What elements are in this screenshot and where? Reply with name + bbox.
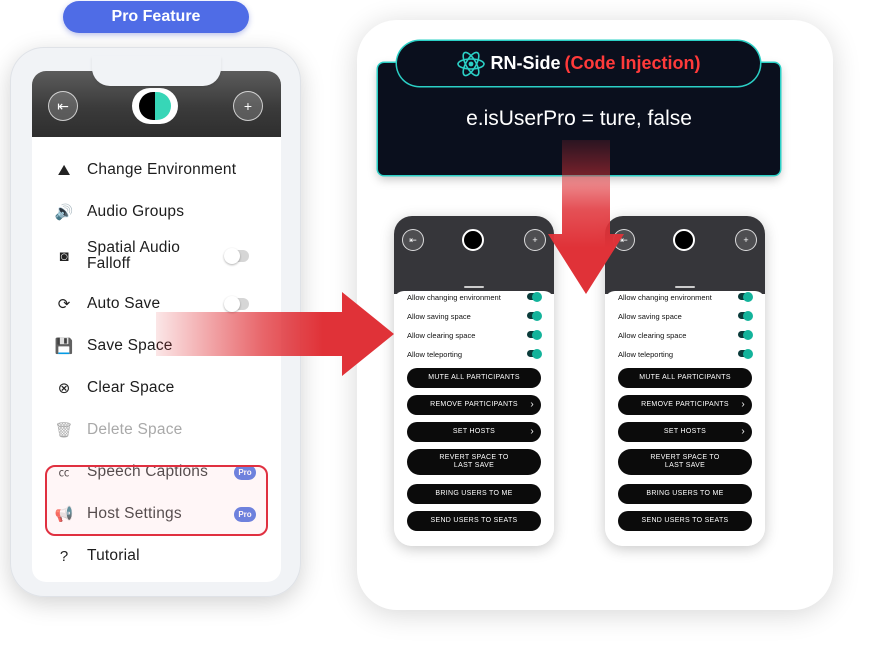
avatar[interactable]: [673, 229, 695, 251]
chevron-right-icon: ›: [530, 426, 534, 437]
menu-item-audio-groups[interactable]: 🔊 Audio Groups: [32, 192, 281, 232]
sheet-handle[interactable]: [464, 286, 484, 288]
add-user-icon[interactable]: +: [524, 229, 546, 251]
menu-item-label: Tutorial: [87, 547, 140, 564]
add-user-icon[interactable]: +: [233, 91, 263, 121]
button-label: REMOVE PARTICIPANTS: [641, 401, 729, 408]
rn-side-subtitle: (Code Injection): [564, 53, 701, 73]
remove-participants-button[interactable]: REMOVE PARTICIPANTS ›: [407, 395, 541, 415]
set-hosts-button[interactable]: SET HOSTS ›: [407, 422, 541, 442]
button-label: SET HOSTS: [452, 428, 496, 435]
button-label: MUTE ALL PARTICIPANTS: [428, 374, 520, 381]
setting-row[interactable]: Allow teleporting: [407, 347, 542, 361]
button-label: REVERT SPACE TO LAST SAVE: [439, 454, 509, 469]
setting-row[interactable]: Allow saving space: [618, 309, 753, 323]
auto-save-icon: ⟳: [57, 296, 71, 313]
mountain-icon: ⛰: [57, 161, 71, 179]
button-label: SEND USERS TO SEATS: [430, 517, 518, 524]
spatial-audio-toggle[interactable]: [224, 248, 249, 264]
phone-notch: [92, 56, 221, 86]
add-user-icon[interactable]: +: [735, 229, 757, 251]
remove-participants-button[interactable]: REMOVE PARTICIPANTS ›: [618, 395, 752, 415]
menu-item-label: Clear Space: [87, 379, 175, 396]
chevron-right-icon: ›: [741, 426, 745, 437]
mute-all-button[interactable]: MUTE ALL PARTICIPANTS: [618, 368, 752, 388]
setting-toggle[interactable]: [527, 310, 542, 321]
button-label: BRING USERS TO ME: [646, 490, 724, 497]
setting-label: Allow clearing space: [618, 330, 687, 340]
mute-all-button[interactable]: MUTE ALL PARTICIPANTS: [407, 368, 541, 388]
setting-label: Allow changing environment: [407, 292, 501, 302]
avatar[interactable]: [462, 229, 484, 251]
setting-label: Allow teleporting: [407, 349, 463, 359]
menu-item-label: Delete Space: [87, 421, 183, 438]
setting-label: Allow saving space: [407, 311, 471, 321]
avatar[interactable]: [132, 88, 178, 124]
mini-phone-after: ⇤ + Allow changing environment Allow sav…: [605, 216, 765, 546]
clear-circle-icon: ⊗: [57, 380, 71, 397]
button-label: SEND USERS TO SEATS: [641, 517, 729, 524]
setting-toggle[interactable]: [738, 329, 753, 340]
revert-space-button[interactable]: REVERT SPACE TO LAST SAVE: [618, 449, 752, 475]
spatial-audio-icon: ◙: [59, 247, 69, 265]
arrow-down-icon: [548, 140, 624, 294]
button-label: SET HOSTS: [663, 428, 707, 435]
menu-item-change-environment[interactable]: ⛰ Change Environment: [32, 150, 281, 190]
menu-item-spatial-audio-falloff[interactable]: ◙ Spatial Audio Falloff: [32, 234, 281, 278]
set-hosts-button[interactable]: SET HOSTS ›: [618, 422, 752, 442]
pro-items-highlight: [45, 465, 268, 536]
button-label: MUTE ALL PARTICIPANTS: [639, 374, 731, 381]
pro-feature-badge: Pro Feature: [63, 1, 249, 33]
send-users-button[interactable]: SEND USERS TO SEATS: [618, 511, 752, 531]
bring-users-button[interactable]: BRING USERS TO ME: [618, 484, 752, 504]
revert-space-button[interactable]: REVERT SPACE TO LAST SAVE: [407, 449, 541, 475]
send-users-button[interactable]: SEND USERS TO SEATS: [407, 511, 541, 531]
trash-icon: 🗑: [54, 422, 74, 439]
arrow-right-icon: [156, 292, 394, 376]
button-label: REVERT SPACE TO LAST SAVE: [650, 454, 720, 469]
rn-side-title: RN-Side: [490, 53, 561, 73]
help-icon: ?: [59, 547, 69, 565]
bring-users-button[interactable]: BRING USERS TO ME: [407, 484, 541, 504]
mini-sheet: Allow changing environment Allow saving …: [394, 291, 554, 546]
setting-label: Allow clearing space: [407, 330, 476, 340]
chevron-right-icon: ›: [741, 399, 745, 410]
setting-row[interactable]: Allow changing environment: [407, 290, 542, 304]
mini-header: ⇤ +: [605, 216, 765, 294]
exit-icon[interactable]: ⇤: [402, 229, 424, 251]
menu-item-label: Spatial Audio Falloff: [87, 239, 181, 272]
exit-icon[interactable]: ⇤: [48, 91, 78, 121]
menu-item-label: Change Environment: [87, 161, 237, 178]
setting-toggle[interactable]: [738, 291, 753, 302]
speaker-icon: 🔊: [54, 204, 74, 221]
chevron-right-icon: ›: [530, 399, 534, 410]
react-icon: [457, 51, 486, 76]
setting-toggle[interactable]: [527, 291, 542, 302]
mini-phone-before: ⇤ + Allow changing environment Allow sav…: [394, 216, 554, 546]
floppy-icon: 💾: [54, 338, 74, 355]
setting-toggle[interactable]: [738, 310, 753, 321]
setting-toggle[interactable]: [738, 348, 753, 359]
menu-item-label: Audio Groups: [87, 203, 185, 220]
setting-toggle[interactable]: [527, 329, 542, 340]
setting-label: Allow saving space: [618, 311, 682, 321]
setting-row[interactable]: Allow changing environment: [618, 290, 753, 304]
button-label: BRING USERS TO ME: [435, 490, 513, 497]
setting-row[interactable]: Allow clearing space: [618, 328, 753, 342]
mini-header: ⇤ +: [394, 216, 554, 294]
sheet-handle[interactable]: [675, 286, 695, 288]
setting-row[interactable]: Allow saving space: [407, 309, 542, 323]
rn-side-title-pill: RN-Side (Code Injection): [397, 41, 760, 86]
button-label: REMOVE PARTICIPANTS: [430, 401, 518, 408]
setting-label: Allow changing environment: [618, 292, 712, 302]
setting-row[interactable]: Allow teleporting: [618, 347, 753, 361]
menu-item-tutorial[interactable]: ? Tutorial: [32, 536, 281, 576]
menu-item-delete-space[interactable]: 🗑 Delete Space: [32, 410, 281, 450]
mini-sheet: Allow changing environment Allow saving …: [605, 291, 765, 546]
setting-toggle[interactable]: [527, 348, 542, 359]
setting-row[interactable]: Allow clearing space: [407, 328, 542, 342]
menu-item-label: Auto Save: [87, 295, 161, 312]
code-snippet: e.isUserPro = ture, false: [466, 107, 692, 130]
setting-label: Allow teleporting: [618, 349, 674, 359]
